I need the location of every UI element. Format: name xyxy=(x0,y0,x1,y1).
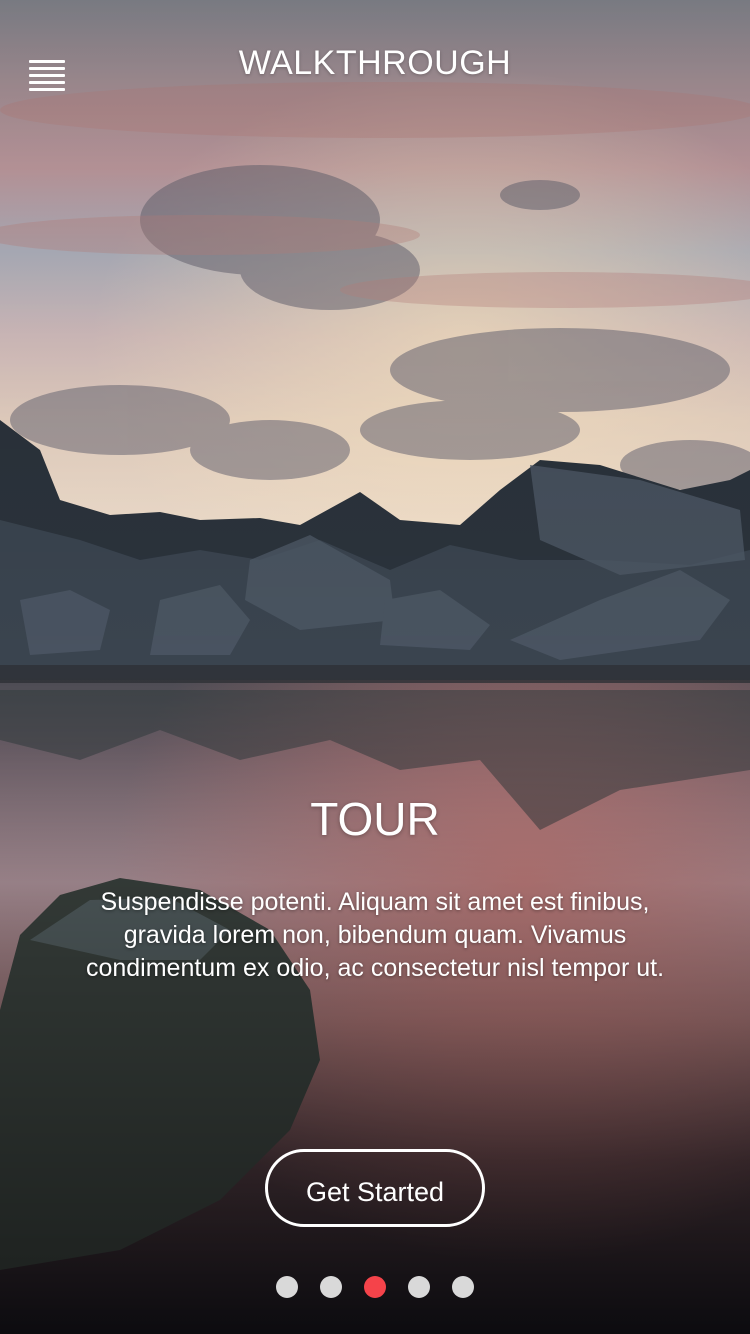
get-started-button[interactable]: Get Started xyxy=(265,1149,485,1227)
page-dot[interactable] xyxy=(276,1276,298,1298)
get-started-label: Get Started xyxy=(305,1177,445,1207)
page-dot[interactable] xyxy=(408,1276,430,1298)
page-title: WALKTHROUGH xyxy=(238,44,512,82)
page-dot-active[interactable] xyxy=(364,1276,386,1298)
hamburger-menu-icon-line xyxy=(29,88,65,91)
page-dot[interactable] xyxy=(320,1276,342,1298)
page-dot[interactable] xyxy=(452,1276,474,1298)
slide-title: TOUR xyxy=(310,793,440,845)
walkthrough-screen: WALKTHROUGH TOUR Suspendisse potenti. Al… xyxy=(0,0,750,1334)
page-indicator xyxy=(0,1276,750,1298)
slide-description: Suspendisse potenti. Aliquam sit amet es… xyxy=(85,888,665,982)
background-photo xyxy=(0,0,750,1334)
